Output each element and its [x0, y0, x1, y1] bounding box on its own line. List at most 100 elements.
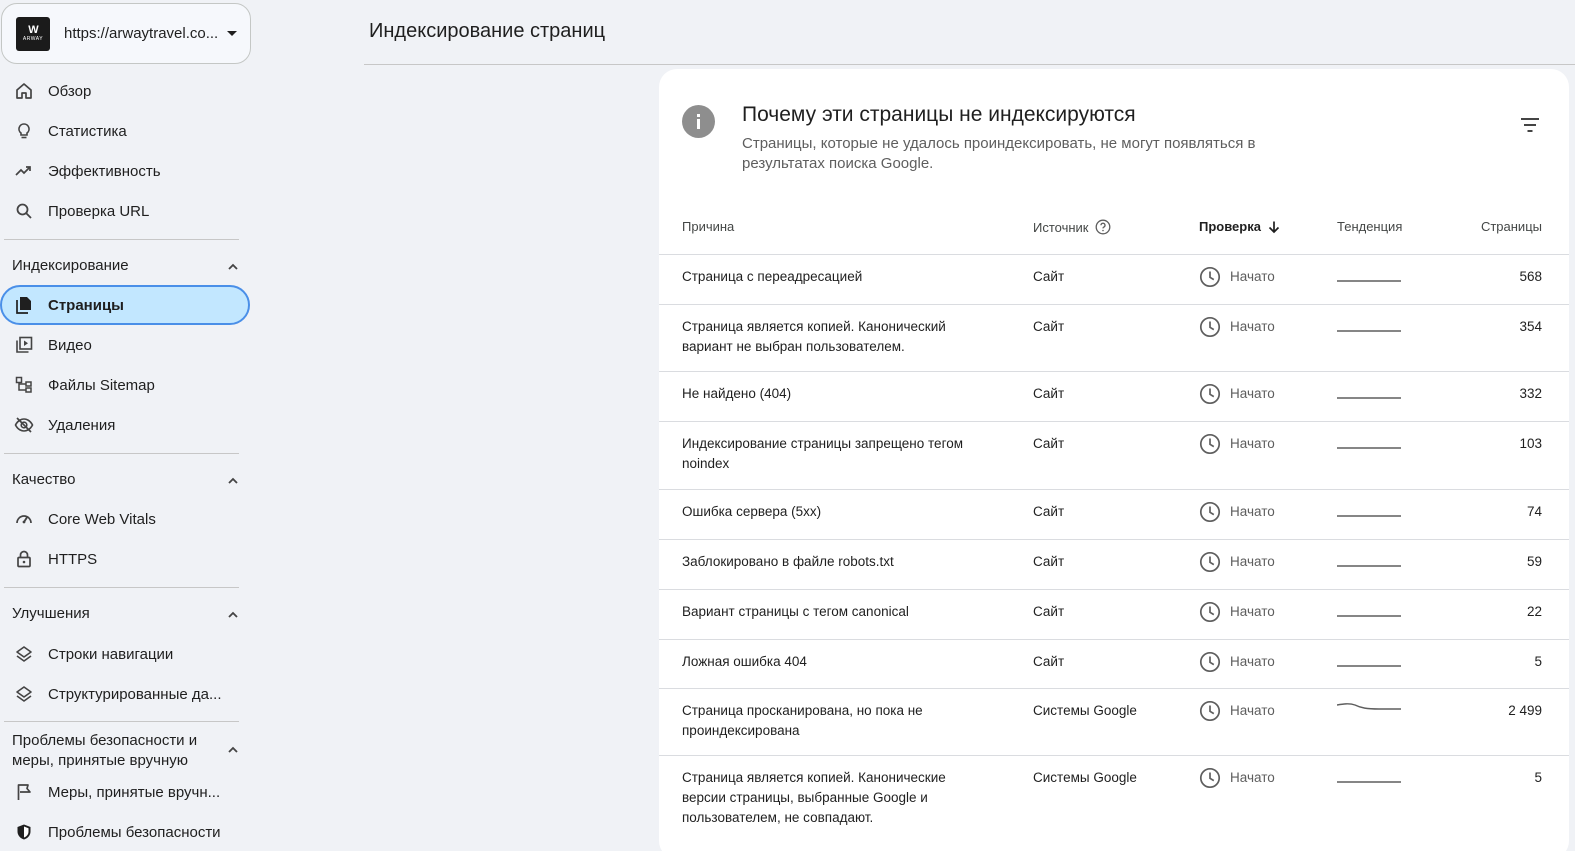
- source-cell: Системы Google: [1033, 703, 1137, 718]
- property-logo-mark: W: [28, 24, 38, 36]
- video-library-icon: [14, 335, 34, 355]
- validation-status: Начато: [1199, 700, 1275, 722]
- nav-item-security-issues[interactable]: Проблемы безопасности: [0, 812, 250, 851]
- lock-icon: [14, 549, 34, 569]
- property-selector[interactable]: W ARWAY https://arwaytravel.co...: [1, 3, 251, 64]
- nav-item-sitemaps[interactable]: Файлы Sitemap: [0, 365, 250, 405]
- nav-label: Видео: [48, 336, 92, 354]
- home-icon: [14, 81, 34, 101]
- column-header-reason[interactable]: Причина: [682, 219, 734, 234]
- clock-icon: [1199, 767, 1221, 789]
- table-row[interactable]: Страница просканирована, но пока не прои…: [659, 688, 1569, 755]
- layers-icon: [14, 644, 34, 664]
- source-cell: Сайт: [1033, 654, 1065, 669]
- validation-status: Начато: [1199, 601, 1275, 623]
- column-header-label: Проверка: [1199, 219, 1261, 234]
- nav-divider: [4, 721, 239, 722]
- column-header-trend[interactable]: Тенденция: [1337, 219, 1402, 234]
- pages-count: 354: [1519, 319, 1542, 334]
- table-row[interactable]: Ошибка сервера (5xx) Сайт Начато 74: [659, 489, 1569, 539]
- table-row[interactable]: Страница с переадресацией Сайт Начато 568: [659, 254, 1569, 304]
- validation-status: Начато: [1199, 501, 1275, 523]
- nav-item-core-web-vitals[interactable]: Core Web Vitals: [0, 499, 250, 539]
- table-row[interactable]: Индексирование страницы запрещено тегом …: [659, 421, 1569, 489]
- column-header-label: Тенденция: [1337, 219, 1403, 234]
- section-label: Качество: [12, 471, 76, 488]
- help-icon[interactable]: [1095, 219, 1111, 235]
- reason-cell: Вариант страницы с тегом canonical: [682, 604, 909, 619]
- table-row[interactable]: Страница является копией. Канонический в…: [659, 304, 1569, 371]
- column-header-validation[interactable]: Проверка: [1199, 219, 1281, 234]
- chevron-up-icon: [228, 746, 238, 753]
- column-header-pages[interactable]: Страницы: [1481, 219, 1542, 234]
- nav-label: Эффективность: [48, 162, 161, 180]
- trend-sparkline: [1337, 267, 1403, 293]
- pages-icon: [14, 295, 34, 315]
- reason-cell: Страница с переадресацией: [682, 269, 863, 284]
- section-enhancements[interactable]: Улучшения: [12, 604, 240, 624]
- nav-item-pages[interactable]: Страницы: [0, 285, 250, 325]
- visibility-off-icon: [14, 415, 34, 435]
- chevron-up-icon: [228, 611, 238, 618]
- source-cell: Сайт: [1033, 554, 1065, 569]
- section-quality[interactable]: Качество: [12, 470, 240, 490]
- speed-gauge-icon: [14, 509, 34, 529]
- trending-up-icon: [14, 161, 34, 181]
- nav-label: Проверка URL: [48, 202, 150, 220]
- pages-count: 59: [1526, 554, 1542, 569]
- nav-item-video[interactable]: Видео: [0, 325, 250, 365]
- source-cell: Сайт: [1033, 269, 1065, 284]
- pages-count: 103: [1519, 436, 1542, 451]
- lightbulb-icon: [14, 121, 34, 141]
- header-divider: [364, 64, 1575, 65]
- nav-label: Структурированные да...: [48, 685, 222, 703]
- table-row[interactable]: Ложная ошибка 404 Сайт Начато 5: [659, 639, 1569, 688]
- trend-sparkline: [1337, 768, 1403, 794]
- table-row[interactable]: Не найдено (404) Сайт Начато 332: [659, 371, 1569, 421]
- table-row[interactable]: Заблокировано в файле robots.txt Сайт Нача…: [659, 539, 1569, 589]
- column-header-label: Источник: [1033, 219, 1089, 235]
- reason-cell: Ошибка сервера (5xx): [682, 504, 822, 519]
- table-row[interactable]: Страница является копией. Канонические в…: [659, 755, 1569, 825]
- nav-item-removals[interactable]: Удаления: [0, 405, 250, 445]
- nav-item-insights[interactable]: Статистика: [0, 111, 250, 151]
- nav-label: Меры, принятые вручн...: [48, 783, 221, 801]
- sidebar: W ARWAY https://arwaytravel.co... Обзор …: [0, 0, 252, 851]
- reason-cell: Заблокировано в файле robots.txt: [682, 554, 894, 569]
- reason-cell: Страница просканирована, но пока не прои…: [682, 703, 923, 738]
- card-title: Почему эти страницы не индексируются: [742, 103, 1136, 126]
- clock-icon: [1199, 601, 1221, 623]
- nav-item-url-inspection[interactable]: Проверка URL: [0, 191, 250, 231]
- search-icon: [14, 201, 34, 221]
- filter-icon[interactable]: [1519, 114, 1541, 136]
- nav-item-breadcrumbs[interactable]: Строки навигации: [0, 634, 250, 674]
- source-cell: Сайт: [1033, 386, 1065, 401]
- nav-item-https[interactable]: HTTPS: [0, 539, 250, 579]
- nav-item-overview[interactable]: Обзор: [0, 71, 250, 111]
- clock-icon: [1199, 433, 1221, 455]
- section-security[interactable]: Проблемы безопасности и меры, принятые в…: [12, 731, 240, 771]
- pages-count: 2 499: [1508, 703, 1542, 718]
- nav-item-structured-data[interactable]: Структурированные да...: [0, 674, 250, 714]
- pages-count: 22: [1526, 604, 1542, 619]
- nav-label: Файлы Sitemap: [48, 376, 155, 394]
- nav-label: Удаления: [48, 416, 116, 434]
- arrow-down-icon: [1268, 221, 1280, 233]
- nav-divider: [4, 239, 239, 240]
- chevron-up-icon: [228, 477, 238, 484]
- section-indexing[interactable]: Индексирование: [12, 256, 240, 276]
- clock-icon: [1199, 700, 1221, 722]
- nav-label: Статистика: [48, 122, 127, 140]
- nav-item-manual-actions[interactable]: Меры, принятые вручн...: [0, 772, 250, 812]
- trend-sparkline: [1337, 502, 1403, 528]
- table-row[interactable]: Вариант страницы с тегом canonical Сайт На…: [659, 589, 1569, 639]
- nav-item-performance[interactable]: Эффективность: [0, 151, 250, 191]
- validation-status: Начато: [1199, 316, 1275, 338]
- column-header-label: Страницы: [1480, 219, 1542, 234]
- nav-label: Страницы: [48, 296, 124, 314]
- source-cell: Системы Google: [1033, 770, 1137, 785]
- section-label: Проблемы безопасности и меры, принятые в…: [12, 732, 198, 769]
- property-url: https://arwaytravel.co...: [64, 25, 219, 42]
- validation-status-label: Начато: [1230, 269, 1275, 284]
- column-header-source[interactable]: Источник: [1033, 219, 1111, 235]
